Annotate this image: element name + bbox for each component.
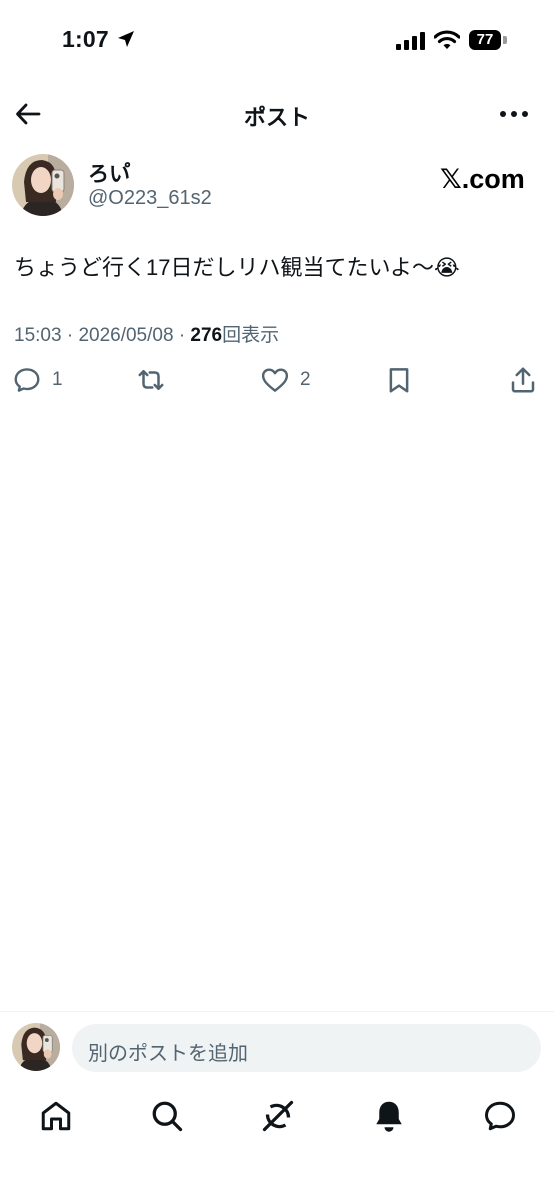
bookmark-icon — [389, 368, 409, 393]
current-user-avatar[interactable] — [12, 1023, 60, 1071]
bookmark-button[interactable] — [384, 362, 414, 398]
location-arrow-icon — [118, 31, 134, 47]
reply-placeholder: 別のポストを追加 — [88, 1043, 248, 1065]
author-display-name[interactable]: ろい゚ — [88, 158, 130, 188]
views-label: 回表示 — [222, 325, 280, 346]
battery-icon: 77 — [469, 30, 501, 50]
post-date[interactable]: 2026/05/08 — [78, 325, 173, 346]
author-handle[interactable]: @O223_61s2 — [88, 187, 212, 210]
like-count: 2 — [300, 369, 311, 390]
reply-button[interactable]: 1 — [12, 362, 63, 398]
post-text: ちょうど行く17日だしリハ観当てたいよ〜😭 — [14, 255, 460, 280]
signal-icon — [396, 32, 425, 50]
search-icon[interactable] — [149, 1098, 185, 1134]
post-time[interactable]: 15:03 — [14, 325, 62, 346]
meta-separator: · — [66, 325, 79, 346]
share-icon — [511, 367, 535, 393]
status-time: 1:07 — [62, 26, 109, 52]
repost-button[interactable] — [136, 362, 166, 398]
like-icon — [261, 368, 289, 392]
like-button[interactable]: 2 — [260, 362, 311, 398]
reply-icon — [14, 368, 40, 392]
more-icon[interactable] — [498, 104, 530, 124]
messages-icon[interactable] — [482, 1098, 518, 1134]
battery-cap — [503, 36, 507, 44]
page-title: ポスト — [243, 105, 310, 130]
notifications-icon[interactable] — [371, 1098, 407, 1134]
x-com-logo[interactable]: 𝕏.com — [440, 164, 525, 195]
meta-separator: · — [178, 325, 191, 346]
wifi-icon — [434, 30, 460, 49]
avatar[interactable] — [12, 154, 74, 216]
post-meta: 15:03 · 2026/05/08 · 276回表示 — [14, 320, 279, 347]
bottom-divider — [0, 1011, 554, 1012]
reply-input[interactable]: 別のポストを追加 — [72, 1024, 541, 1072]
views-count: 276 — [190, 325, 223, 346]
grok-icon[interactable] — [260, 1098, 296, 1134]
home-icon[interactable] — [38, 1098, 74, 1134]
share-button[interactable] — [508, 362, 538, 398]
repost-icon — [138, 370, 164, 390]
reply-count: 1 — [52, 369, 63, 390]
